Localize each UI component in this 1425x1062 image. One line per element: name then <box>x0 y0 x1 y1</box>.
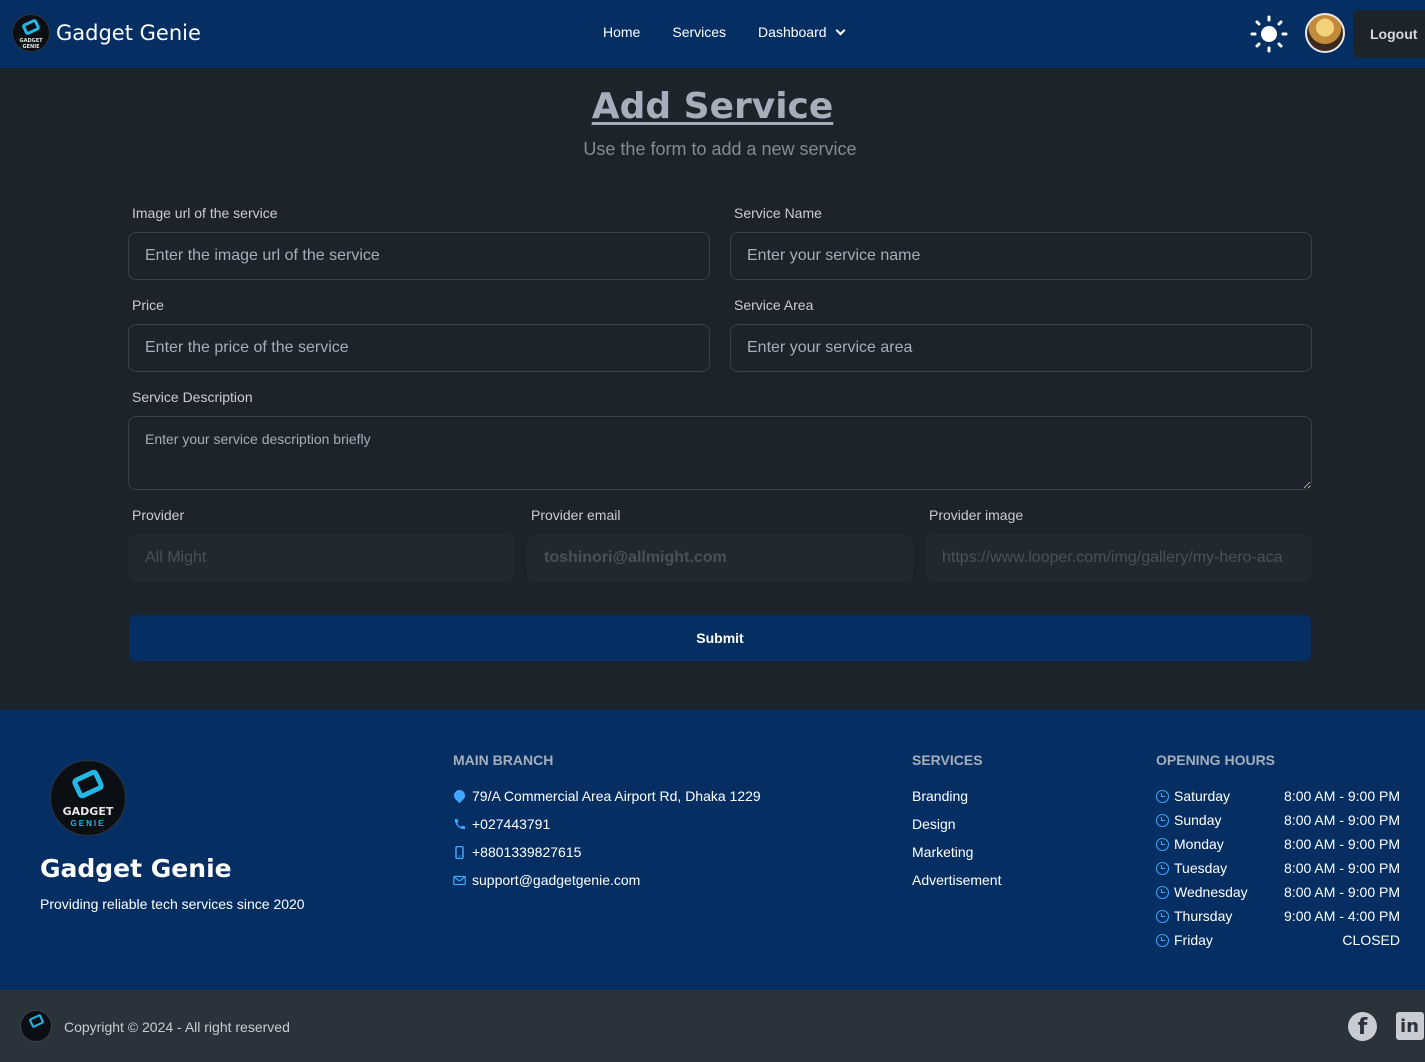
hours-time: CLOSED <box>1342 932 1400 948</box>
service-description-textarea[interactable] <box>128 416 1312 490</box>
mobile-text[interactable]: +8801339827615 <box>472 844 581 860</box>
linkedin-icon[interactable]: in <box>1396 1012 1424 1040</box>
clock-icon <box>1156 789 1169 803</box>
hours-day-row: Monday <box>1156 836 1224 852</box>
hours-day-row: Tuesday <box>1156 860 1227 876</box>
service-area-label: Service Area <box>734 297 814 313</box>
copyright-text: Copyright © 2024 - All right reserved <box>64 1019 290 1035</box>
clock-icon <box>1156 837 1169 851</box>
provider-image-label: Provider image <box>929 507 1024 523</box>
provider-label: Provider <box>132 507 185 523</box>
clock-icon <box>1156 933 1169 947</box>
submit-button[interactable]: Submit <box>129 615 1311 661</box>
nav-links: Home Services Dashboard <box>603 24 845 40</box>
mobile-icon <box>455 845 464 859</box>
day-label: Tuesday <box>1174 860 1228 876</box>
service-link-branding[interactable]: Branding <box>912 788 968 804</box>
provider-email-input <box>527 534 913 582</box>
main-branch-heading: MAIN BRANCH <box>453 752 554 768</box>
phone-row: +027443791 <box>453 816 550 832</box>
sun-icon[interactable] <box>1250 15 1288 53</box>
service-description-label: Service Description <box>132 389 253 405</box>
footer-logo: GADGET GENIE <box>50 760 126 836</box>
copyright-logo <box>20 1010 52 1042</box>
footer-tagline: Providing reliable tech services since 2… <box>40 896 305 912</box>
hours-time: 8:00 AM - 9:00 PM <box>1284 884 1400 900</box>
facebook-icon[interactable]: f <box>1348 1012 1377 1041</box>
day-label: Wednesday <box>1174 884 1248 900</box>
copyright-bar: Copyright © 2024 - All right reserved f … <box>0 990 1425 1062</box>
mail-icon <box>453 875 466 885</box>
footer-brand-name: Gadget Genie <box>40 854 232 883</box>
location-pin-icon <box>451 787 468 803</box>
brand-name[interactable]: Gadget Genie <box>56 21 201 45</box>
clock-icon <box>1156 885 1169 899</box>
service-name-label: Service Name <box>734 205 822 221</box>
hours-day-row: Wednesday <box>1156 884 1248 900</box>
hours-day-row: Friday <box>1156 932 1213 948</box>
mobile-row: +8801339827615 <box>453 844 581 860</box>
hours-day-row: Sunday <box>1156 812 1221 828</box>
opening-hours-heading: OPENING HOURS <box>1156 752 1276 768</box>
clock-icon <box>1156 861 1169 875</box>
service-link-advertisement[interactable]: Advertisement <box>912 872 1001 888</box>
service-name-input[interactable] <box>730 232 1312 280</box>
hours-time: 8:00 AM - 9:00 PM <box>1284 812 1400 828</box>
address-text: 79/A Commercial Area Airport Rd, Dhaka 1… <box>472 788 761 804</box>
nav-home-link[interactable]: Home <box>603 24 640 40</box>
navbar: GADGET GENIE Gadget Genie Home Services … <box>0 0 1425 68</box>
address-row: 79/A Commercial Area Airport Rd, Dhaka 1… <box>451 787 761 804</box>
nav-services-link[interactable]: Services <box>672 24 726 40</box>
provider-email-label: Provider email <box>531 507 621 523</box>
service-link-marketing[interactable]: Marketing <box>912 844 973 860</box>
image-url-input[interactable] <box>128 232 710 280</box>
page-subtitle: Use the form to add a new service <box>583 139 857 159</box>
hours-time: 8:00 AM - 9:00 PM <box>1284 788 1400 804</box>
phone-icon <box>454 818 465 829</box>
nav-dashboard-label: Dashboard <box>758 24 827 40</box>
email-text[interactable]: support@gadgetgenie.com <box>472 872 640 888</box>
price-input[interactable] <box>128 324 710 372</box>
logout-button[interactable]: Logout <box>1353 10 1425 58</box>
brand[interactable]: GADGET GENIE Gadget Genie <box>12 14 201 52</box>
avatar[interactable] <box>1305 13 1345 53</box>
day-label: Friday <box>1174 932 1213 948</box>
services-heading: SERVICES <box>912 752 983 768</box>
clock-icon <box>1156 813 1169 827</box>
hours-time: 8:00 AM - 9:00 PM <box>1284 836 1400 852</box>
day-label: Saturday <box>1174 788 1231 804</box>
hours-time: 9:00 AM - 4:00 PM <box>1284 908 1400 924</box>
service-area-input[interactable] <box>730 324 1312 372</box>
nav-dashboard-dropdown[interactable]: Dashboard <box>758 24 845 40</box>
brand-logo: GADGET GENIE <box>12 14 50 52</box>
phone-text[interactable]: +027443791 <box>472 816 550 832</box>
day-label: Sunday <box>1174 812 1222 828</box>
hours-day-row: Saturday <box>1156 788 1230 804</box>
image-url-label: Image url of the service <box>132 205 278 221</box>
day-label: Thursday <box>1174 908 1233 924</box>
provider-input <box>128 534 515 582</box>
chevron-down-icon <box>835 25 845 35</box>
hours-day-row: Thursday <box>1156 908 1232 924</box>
price-label: Price <box>132 297 164 313</box>
page-title: Add Service <box>591 86 834 127</box>
clock-icon <box>1156 909 1169 923</box>
email-row: support@gadgetgenie.com <box>453 872 640 888</box>
hours-time: 8:00 AM - 9:00 PM <box>1284 860 1400 876</box>
provider-image-input <box>925 534 1312 582</box>
day-label: Monday <box>1174 836 1224 852</box>
service-link-design[interactable]: Design <box>912 816 956 832</box>
footer: GADGET GENIE Gadget Genie Providing reli… <box>0 710 1425 990</box>
